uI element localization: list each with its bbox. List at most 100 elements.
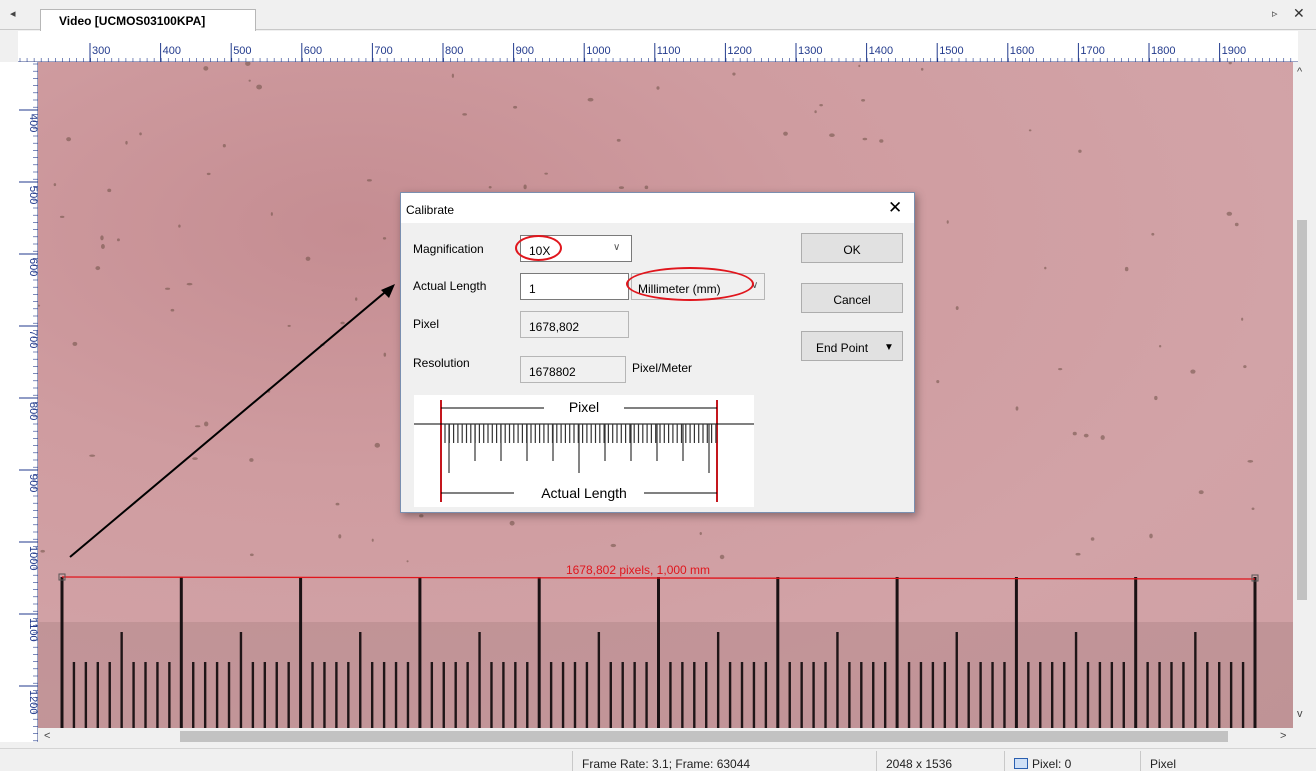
- scale-minor-tick: [526, 662, 529, 728]
- scale-minor-tick: [335, 662, 338, 728]
- scale-major-tick: [60, 577, 64, 728]
- scroll-right-icon[interactable]: >: [1280, 730, 1286, 742]
- scale-minor-tick: [466, 662, 469, 728]
- chevron-down-icon[interactable]: ∨: [613, 242, 620, 253]
- scale-minor-tick: [490, 662, 493, 728]
- arrow-head-icon: [381, 284, 395, 298]
- scale-minor-tick: [991, 662, 994, 728]
- scale-minor-tick: [502, 662, 505, 728]
- end-point-label: End Point: [816, 341, 869, 355]
- highlight-circle-magnification: [515, 235, 562, 261]
- scale-minor-tick: [406, 662, 410, 728]
- scale-major-tick: [299, 577, 303, 728]
- scale-minor-tick: [788, 662, 791, 728]
- scale-minor-tick: [1194, 632, 1197, 728]
- resolution-field: 1678802: [520, 356, 626, 383]
- caret-down-icon: ▼: [884, 342, 894, 353]
- scale-minor-tick: [84, 662, 88, 728]
- scale-minor-tick: [275, 662, 278, 728]
- scale-minor-tick: [203, 662, 207, 728]
- scroll-up-icon[interactable]: ^: [1297, 66, 1302, 78]
- scale-minor-tick: [1050, 662, 1054, 728]
- actual-length-value: 1: [529, 282, 536, 296]
- scale-minor-tick: [215, 662, 219, 728]
- scale-minor-tick: [812, 662, 815, 728]
- scale-minor-tick: [1158, 662, 1161, 728]
- scroll-down-icon[interactable]: v: [1297, 708, 1303, 720]
- scale-minor-tick: [251, 662, 255, 728]
- vertical-scrollbar-thumb[interactable]: [1297, 220, 1307, 600]
- scroll-left-icon[interactable]: <: [44, 730, 50, 742]
- scale-minor-tick: [1062, 662, 1066, 728]
- scale-minor-tick: [1039, 662, 1042, 728]
- close-tab-icon[interactable]: ✕: [1293, 5, 1305, 22]
- actual-length-input[interactable]: 1: [520, 273, 629, 300]
- pixel-label: Pixel: [413, 317, 440, 331]
- scale-minor-tick: [1027, 662, 1030, 728]
- scale-minor-tick: [1218, 662, 1221, 728]
- scale-minor-tick: [323, 662, 326, 728]
- highlight-circle-unit: [626, 267, 754, 301]
- scale-minor-tick: [1074, 632, 1078, 728]
- scale-minor-tick: [979, 662, 982, 728]
- scale-minor-tick: [669, 662, 672, 728]
- status-frame-rate: Frame Rate: 3.1; Frame: 63044: [582, 757, 751, 771]
- scale-minor-tick: [752, 662, 756, 728]
- scale-major-tick: [1014, 577, 1018, 728]
- scale-minor-tick: [740, 662, 744, 728]
- scale-minor-tick: [716, 632, 720, 728]
- close-icon[interactable]: ✕: [888, 198, 902, 218]
- ok-button[interactable]: OK: [801, 233, 903, 263]
- scale-minor-tick: [1170, 662, 1173, 728]
- scale-minor-tick: [168, 662, 171, 728]
- scale-minor-tick: [573, 662, 577, 728]
- scale-minor-tick: [156, 662, 159, 728]
- scale-minor-tick: [239, 632, 243, 728]
- calibration-diagram: Pixel Actual Length: [414, 395, 754, 507]
- scale-major-tick: [537, 577, 541, 728]
- dialog-title-bar[interactable]: Calibrate ✕: [401, 193, 914, 223]
- end-point-dropdown[interactable]: End Point ▼: [801, 331, 903, 361]
- scale-minor-tick: [848, 662, 851, 728]
- scale-minor-tick: [907, 662, 911, 728]
- scale-minor-tick: [836, 632, 839, 728]
- scale-minor-tick: [1110, 662, 1114, 728]
- scale-minor-tick: [872, 662, 875, 728]
- status-bar: Frame Rate: 3.1; Frame: 63044 2048 x 153…: [0, 748, 1316, 771]
- scale-minor-tick: [1086, 662, 1090, 728]
- scale-minor-tick: [800, 662, 803, 728]
- scale-minor-tick: [919, 662, 923, 728]
- tab-scroll-right-icon[interactable]: ▹: [1272, 7, 1278, 20]
- scale-minor-tick: [1206, 662, 1209, 728]
- scale-minor-tick: [1182, 662, 1185, 728]
- scale-minor-tick: [1241, 662, 1245, 728]
- app-window: ◂ Video [UCMOS03100KPA] ▹ ✕ 1678,802 pix…: [0, 0, 1316, 771]
- scale-minor-tick: [72, 662, 76, 728]
- diagram-pixel-label: Pixel: [569, 399, 599, 415]
- scale-minor-tick: [883, 662, 887, 728]
- scale-minor-tick: [442, 662, 445, 728]
- tab-scroll-left-icon[interactable]: ◂: [10, 7, 16, 20]
- scale-major-tick: [1253, 577, 1257, 728]
- status-image-size: 2048 x 1536: [886, 757, 953, 771]
- scale-minor-tick: [96, 662, 99, 728]
- scale-minor-tick: [382, 662, 386, 728]
- resolution-label: Resolution: [413, 356, 470, 370]
- scale-minor-tick: [370, 662, 374, 728]
- scale-major-tick: [179, 577, 183, 728]
- scale-minor-tick: [1098, 662, 1102, 728]
- cancel-button[interactable]: Cancel: [801, 283, 903, 313]
- scale-minor-tick: [454, 662, 457, 728]
- scale-minor-tick: [681, 662, 684, 728]
- scale-minor-tick: [609, 662, 612, 728]
- scale-minor-tick: [1146, 662, 1149, 728]
- scale-minor-tick: [967, 662, 970, 728]
- pixel-value: 1678,802: [529, 320, 580, 334]
- tab-video[interactable]: Video [UCMOS03100KPA]: [40, 9, 256, 31]
- scale-minor-tick: [132, 662, 135, 728]
- horizontal-scrollbar-thumb[interactable]: [180, 731, 1228, 742]
- scale-minor-tick: [478, 632, 481, 728]
- scale-major-tick: [895, 577, 899, 728]
- scale-major-tick: [1134, 577, 1138, 728]
- scale-minor-tick: [359, 632, 362, 728]
